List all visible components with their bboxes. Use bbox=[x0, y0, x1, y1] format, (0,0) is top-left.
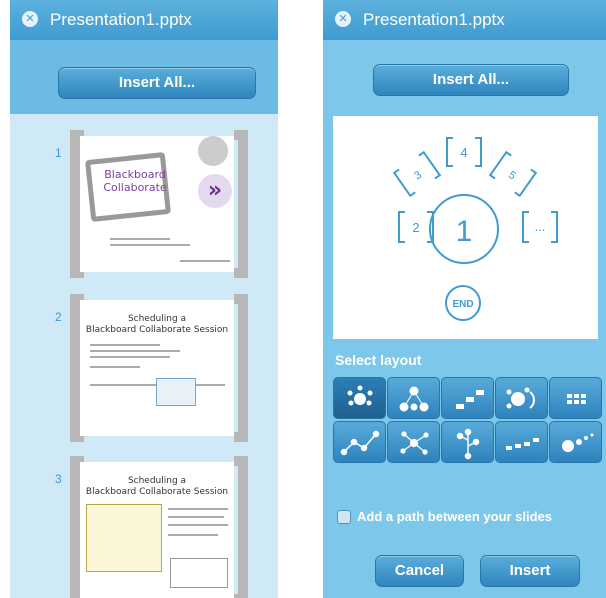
layout-flow-option[interactable] bbox=[495, 421, 548, 463]
layout-tree-option[interactable] bbox=[387, 377, 440, 419]
stairs-layout-icon bbox=[456, 390, 484, 409]
grid-layout-icon bbox=[567, 394, 586, 404]
left-panel: ✕ Presentation1.pptx Insert All... 1 Bla… bbox=[10, 0, 278, 598]
right-panel-title: Presentation1.pptx bbox=[363, 10, 505, 29]
tree-layout-icon bbox=[399, 386, 429, 412]
chevron-right-icon: » bbox=[198, 174, 232, 208]
layout-orbit-option[interactable] bbox=[495, 377, 548, 419]
left-insert-all-bar: Insert All... bbox=[10, 40, 278, 114]
layout-spiral-option[interactable] bbox=[549, 421, 602, 463]
end-label: END bbox=[452, 299, 473, 310]
node-label-3: 3 bbox=[412, 169, 424, 182]
layout-circle-option[interactable] bbox=[333, 377, 386, 419]
slide-number: 1 bbox=[55, 146, 62, 160]
select-layout-heading: Select layout bbox=[335, 352, 422, 368]
branch-layout-icon bbox=[456, 428, 480, 460]
close-icon[interactable]: ✕ bbox=[335, 11, 351, 27]
layout-branch-option[interactable] bbox=[441, 421, 494, 463]
slide-subtitle: Collaborate bbox=[103, 181, 167, 194]
slide-title: Scheduling a bbox=[127, 476, 187, 486]
right-titlebar: ✕ Presentation1.pptx bbox=[323, 0, 606, 40]
close-icon[interactable]: ✕ bbox=[22, 11, 38, 27]
slide-item-1[interactable]: 1 Blackboard Collaborate » bbox=[10, 130, 278, 284]
slide-bracket-right bbox=[234, 456, 248, 598]
orbit-layout-icon bbox=[506, 387, 535, 409]
slide-title: Blackboard bbox=[104, 168, 166, 181]
flow-layout-icon bbox=[506, 438, 539, 450]
network-layout-icon bbox=[400, 431, 429, 455]
cancel-button[interactable]: Cancel bbox=[375, 555, 464, 587]
node-label-more: ... bbox=[535, 219, 546, 234]
layout-grid bbox=[333, 377, 603, 464]
center-slide-label: 1 bbox=[456, 215, 473, 248]
slide-bracket-right bbox=[234, 294, 248, 442]
slide-number: 3 bbox=[55, 472, 62, 486]
slide-list[interactable]: 1 Blackboard Collaborate » 2 Scheduling … bbox=[10, 114, 278, 598]
add-path-checkbox[interactable] bbox=[337, 510, 351, 524]
right-insert-all-bar: Insert All... bbox=[323, 40, 606, 110]
spiral-layout-icon bbox=[562, 433, 594, 452]
node-label-5: 5 bbox=[506, 169, 518, 182]
slide-number: 2 bbox=[55, 310, 62, 324]
slide-thumbnail: Scheduling a Blackboard Collaborate Sess… bbox=[80, 300, 234, 436]
layout-grid-option[interactable] bbox=[549, 377, 602, 419]
circle-layout-icon bbox=[347, 385, 373, 406]
layout-preview: 1 4 2 ... 3 5 END bbox=[333, 116, 598, 339]
slide-subtitle: Blackboard Collaborate Session bbox=[85, 487, 229, 497]
add-path-label[interactable]: Add a path between your slides bbox=[357, 509, 552, 524]
node-label-4: 4 bbox=[460, 145, 467, 160]
right-panel: ✕ Presentation1.pptx Insert All... 1 4 2… bbox=[323, 0, 606, 598]
insert-button[interactable]: Insert bbox=[480, 555, 580, 587]
left-titlebar: ✕ Presentation1.pptx bbox=[10, 0, 278, 40]
left-panel-title: Presentation1.pptx bbox=[50, 10, 192, 29]
node-label-2: 2 bbox=[412, 220, 419, 235]
insert-all-button[interactable]: Insert All... bbox=[58, 67, 256, 99]
slide-subtitle: Blackboard Collaborate Session bbox=[85, 325, 229, 335]
slide-title: Scheduling a bbox=[127, 314, 187, 324]
slide-thumbnail: Blackboard Collaborate » bbox=[80, 136, 234, 272]
path-layout-icon bbox=[340, 430, 380, 456]
slide-item-3[interactable]: 3 Scheduling a Blackboard Collaborate Se… bbox=[10, 456, 278, 598]
layout-preview-diagram: 1 4 2 ... 3 5 END bbox=[392, 137, 558, 321]
slide-thumbnail: Scheduling a Blackboard Collaborate Sess… bbox=[80, 462, 234, 598]
slide-item-2[interactable]: 2 Scheduling a Blackboard Collaborate Se… bbox=[10, 294, 278, 448]
slide-bracket-right bbox=[234, 130, 248, 278]
layout-network-option[interactable] bbox=[387, 421, 440, 463]
insert-all-button[interactable]: Insert All... bbox=[373, 64, 569, 96]
layout-path-option[interactable] bbox=[333, 421, 386, 463]
layout-stairs-option[interactable] bbox=[441, 377, 494, 419]
